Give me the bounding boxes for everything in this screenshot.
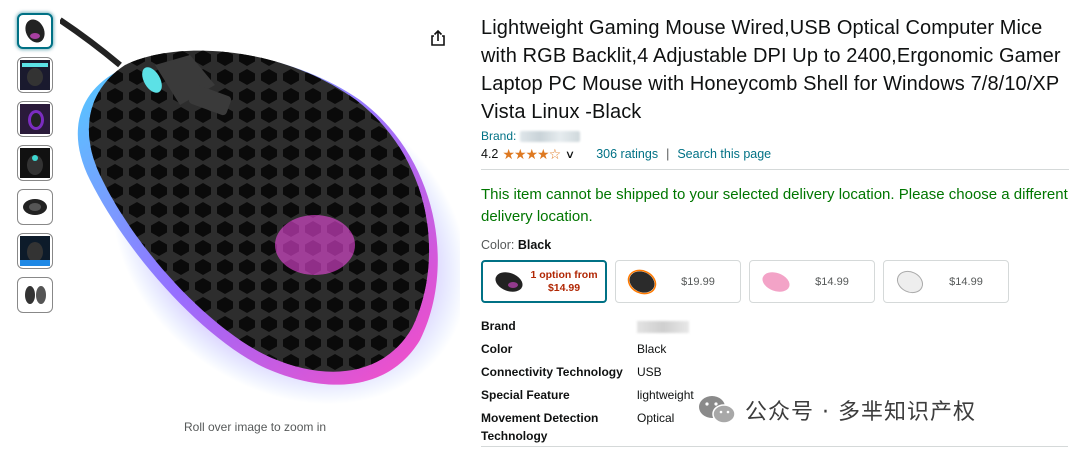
swatch-black-rgb[interactable]: $19.99 — [615, 260, 741, 303]
spec-key: Color — [481, 342, 513, 356]
swatch-white[interactable]: $14.99 — [883, 260, 1009, 303]
thumbnail-5[interactable] — [17, 189, 53, 225]
color-label-row: Color: Black — [481, 238, 1069, 252]
spec-row: Brand — [481, 317, 1069, 340]
mouse-black-icon — [495, 271, 523, 292]
mouse-white-icon — [896, 270, 924, 293]
swatch-price: 1 option from $14.99 — [530, 268, 598, 294]
swatch-pink[interactable]: $14.99 — [749, 260, 875, 303]
wechat-icon — [699, 396, 736, 424]
separator: | — [666, 147, 670, 161]
color-value: Black — [517, 238, 552, 252]
spec-value: USB — [637, 365, 662, 379]
spec-key: Connectivity Technology — [481, 365, 623, 379]
spec-value: lightweight — [637, 388, 694, 402]
main-product-image[interactable] — [58, 10, 468, 405]
spec-row: Color Black — [481, 340, 1069, 363]
divider — [481, 169, 1069, 170]
brand-link[interactable]: Brand: — [481, 128, 1069, 144]
thumbnail-7[interactable] — [17, 277, 53, 313]
thumbnail-6[interactable] — [17, 233, 53, 269]
color-label: Color: — [481, 238, 515, 252]
rating-value: 4.2 — [481, 147, 499, 161]
thumbnail-list — [17, 13, 55, 321]
thumbnail-2[interactable] — [17, 57, 53, 93]
product-details: Lightweight Gaming Mouse Wired,USB Optic… — [481, 14, 1069, 445]
divider-bottom — [481, 446, 1068, 447]
spec-key: Brand — [481, 319, 516, 333]
watermark: 公众号 · 多芈知识产权 — [697, 393, 976, 427]
ratings-count-link[interactable]: 306 ratings — [596, 147, 658, 161]
spec-value: Optical — [637, 411, 675, 425]
mouse-rgb-icon — [627, 269, 657, 294]
mouse-pink-icon — [762, 271, 790, 292]
spec-value — [637, 317, 689, 340]
spec-value: Black — [637, 342, 667, 356]
search-page-link[interactable]: Search this page — [677, 147, 771, 161]
brand-name-blurred — [520, 130, 581, 142]
brand-label: Brand: — [481, 129, 517, 143]
chevron-down-icon[interactable]: ∨ — [565, 148, 575, 161]
star-rating[interactable]: ★★★★☆ — [502, 146, 561, 163]
rating-row: 4.2 ★★★★☆ ∨ 306 ratings | Search this pa… — [481, 145, 1069, 163]
swatch-price: $14.99 — [815, 275, 849, 288]
zoom-hint: Roll over image to zoom in — [184, 420, 327, 434]
spec-key: Movement Detection Technology — [481, 411, 599, 443]
share-icon[interactable] — [428, 28, 448, 48]
spec-row: Connectivity Technology USB — [481, 363, 1069, 386]
swatch-price: $19.99 — [681, 275, 715, 288]
thumbnail-1[interactable] — [17, 13, 53, 49]
brand-value-blurred — [637, 320, 689, 333]
spec-key: Special Feature — [481, 388, 570, 402]
thumbnail-4[interactable] — [17, 145, 53, 181]
swatch-black[interactable]: 1 option from $14.99 — [481, 260, 607, 303]
swatch-price: $14.99 — [949, 275, 983, 288]
watermark-text: 公众号 · 多芈知识产权 — [745, 400, 976, 425]
color-swatches: 1 option from $14.99 $19.99 $14.99 $14.9… — [481, 260, 1069, 303]
shipping-message: This item cannot be shipped to your sele… — [481, 186, 1068, 225]
thumbnail-3[interactable] — [17, 101, 53, 137]
product-title: Lightweight Gaming Mouse Wired,USB Optic… — [481, 17, 1061, 123]
